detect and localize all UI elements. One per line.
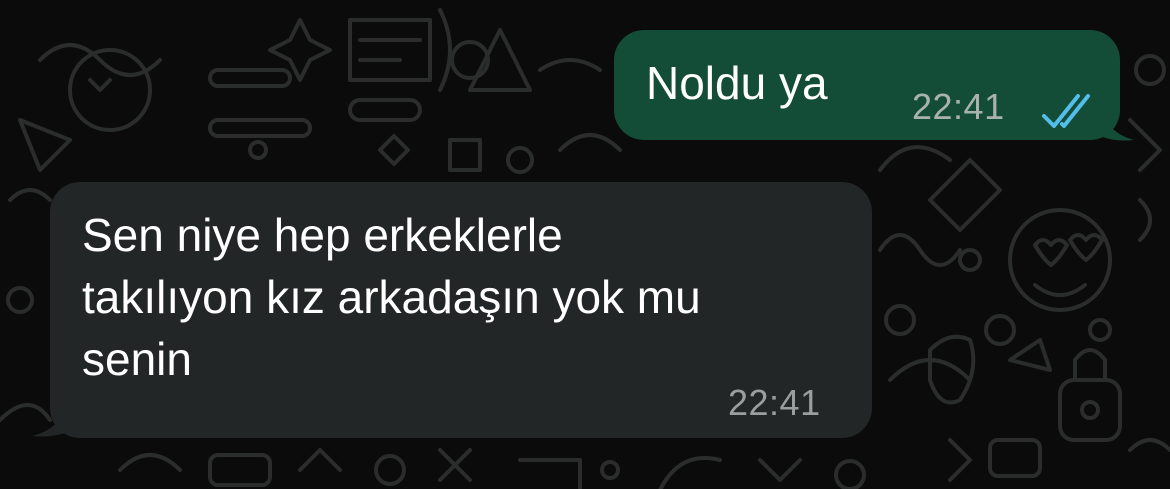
message-time: 22:41 bbox=[728, 382, 821, 423]
outgoing-message-bubble[interactable]: Noldu ya 22:41 bbox=[614, 30, 1134, 141]
message-text: Noldu ya bbox=[646, 57, 828, 109]
message-line: senin bbox=[82, 333, 192, 385]
message-time: 22:41 bbox=[912, 86, 1005, 127]
incoming-message-bubble[interactable]: Sen niye hep erkeklerle takılıyon kız ar… bbox=[32, 182, 872, 438]
incoming-bubble-tail bbox=[32, 398, 68, 437]
outgoing-bubble-tail bbox=[1100, 102, 1134, 141]
message-text: Sen niye hep erkeklerle takılıyon kız ar… bbox=[82, 204, 701, 390]
double-check-icon bbox=[1042, 94, 1090, 128]
message-line: Sen niye hep erkeklerle bbox=[82, 209, 563, 261]
message-line: takılıyon kız arkadaşın yok mu bbox=[82, 271, 701, 323]
